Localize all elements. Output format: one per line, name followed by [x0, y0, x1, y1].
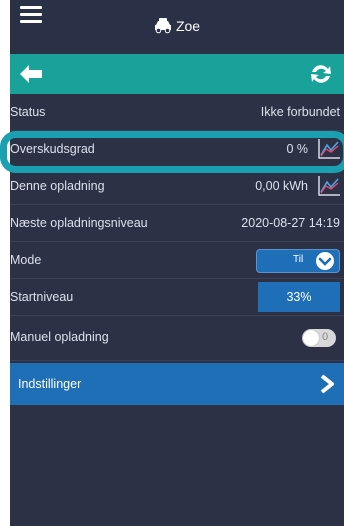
status-row: Status Ikke forbundet	[10, 94, 344, 131]
denne-opladning-chart-button[interactable]	[316, 174, 342, 198]
overskudsgrad-row: Overskudsgrad 0 %	[10, 131, 344, 168]
toggle-state-text: 0	[322, 331, 329, 343]
overskudsgrad-value: 0 %	[286, 142, 308, 156]
mode-row: Mode Til	[10, 242, 344, 279]
startniveau-row: Startniveau 33%	[10, 279, 344, 316]
overskudsgrad-label: Overskudsgrad	[10, 142, 95, 156]
refresh-button[interactable]	[308, 62, 334, 86]
page-title-text: Zoe	[175, 18, 201, 34]
toggle-knob	[303, 330, 319, 346]
action-bar	[10, 54, 344, 94]
mode-label: Mode	[10, 253, 42, 267]
startniveau-input[interactable]: 33%	[258, 282, 340, 312]
startniveau-label: Startniveau	[10, 290, 74, 304]
mode-select[interactable]: Til	[256, 249, 340, 273]
arrow-left-icon	[20, 65, 42, 83]
chevron-down-icon	[316, 252, 334, 270]
refresh-icon	[311, 65, 331, 83]
naeste-opladningsniveau-row: Næste opladningsniveau 2020-08-27 14:19	[10, 205, 344, 242]
chevron-right-icon	[318, 374, 336, 397]
naeste-opladningsniveau-value: 2020-08-27 14:19	[241, 216, 340, 230]
denne-opladning-row: Denne opladning 0,00 kWh	[10, 168, 344, 205]
manuel-opladning-row: Manuel opladning 0	[10, 316, 344, 361]
info-list: Status Ikke forbundet Overskudsgrad 0 % …	[10, 94, 344, 361]
line-chart-icon	[318, 139, 340, 159]
denne-opladning-value: 0,00 kWh	[255, 179, 308, 193]
denne-opladning-label: Denne opladning	[10, 179, 105, 193]
status-label: Status	[10, 105, 46, 119]
settings-button[interactable]: Indstillinger	[10, 363, 344, 405]
line-chart-icon	[318, 176, 340, 196]
page-title: Zoe	[10, 18, 344, 34]
overskudsgrad-chart-button[interactable]	[316, 137, 342, 161]
manuel-opladning-toggle[interactable]: 0	[302, 329, 336, 347]
app-screen: Zoe Status Ikke forbundet Overskudsgrad …	[10, 0, 344, 526]
settings-label: Indstillinger	[18, 377, 82, 391]
naeste-opladningsniveau-label: Næste opladningsniveau	[10, 216, 148, 230]
manuel-opladning-label: Manuel opladning	[10, 330, 109, 344]
back-button[interactable]	[18, 62, 44, 86]
car-icon	[154, 18, 171, 34]
status-value: Ikke forbundet	[260, 105, 340, 119]
top-bar: Zoe	[10, 0, 344, 55]
mode-select-value: Til	[293, 254, 304, 265]
